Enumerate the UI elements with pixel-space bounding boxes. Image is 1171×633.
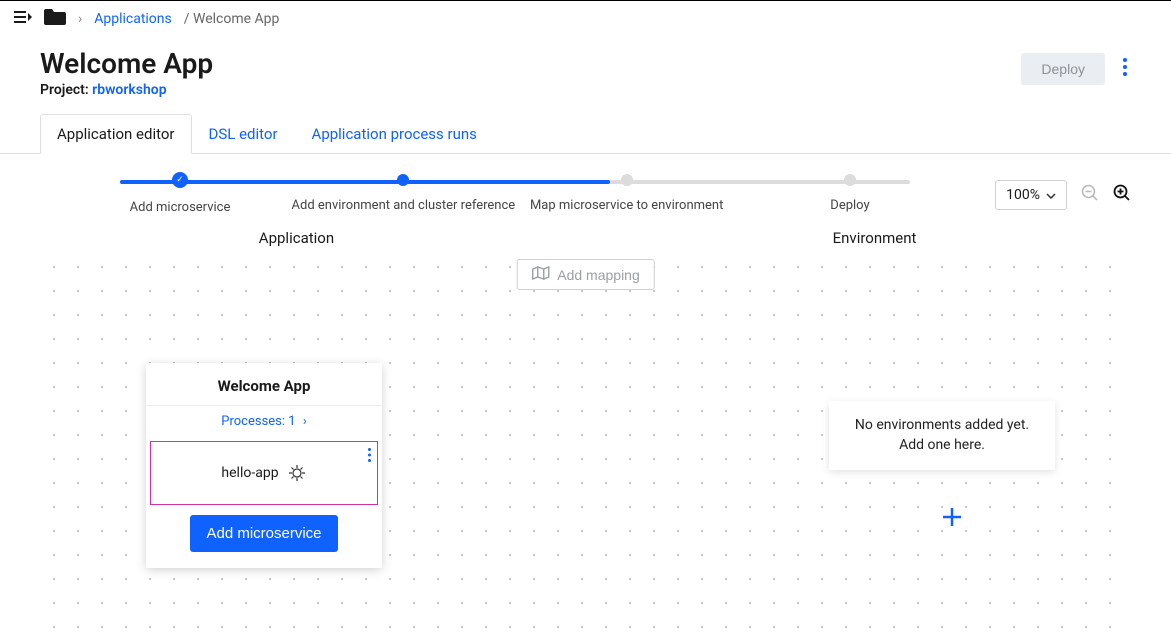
section-environment-label: Environment bbox=[638, 229, 1111, 247]
add-environment-button[interactable] bbox=[941, 501, 963, 536]
map-icon bbox=[531, 266, 549, 283]
environment-empty-card: No environments added yet. Add one here. bbox=[829, 401, 1055, 470]
breadcrumb-current: Welcome App bbox=[193, 11, 279, 27]
progress-stepper: Add microservice Add environment and clu… bbox=[120, 174, 910, 215]
header-more-icon[interactable] bbox=[1119, 54, 1131, 84]
processes-link[interactable]: Processes: 1 › bbox=[221, 414, 306, 429]
tab-process-runs[interactable]: Application process runs bbox=[295, 114, 494, 154]
step-map-microservice: Map microservice to environment bbox=[567, 174, 687, 215]
breadcrumb-separator: › bbox=[78, 11, 82, 27]
project-link[interactable]: rbworkshop bbox=[92, 82, 166, 98]
zoom-out-icon[interactable] bbox=[1081, 184, 1099, 206]
helm-icon bbox=[287, 463, 307, 483]
breadcrumb-applications-link[interactable]: Applications bbox=[94, 11, 172, 27]
add-mapping-button[interactable]: Add mapping bbox=[516, 259, 655, 290]
tab-application-editor[interactable]: Application editor bbox=[40, 114, 192, 154]
microservice-card[interactable]: hello-app bbox=[150, 441, 378, 505]
microservice-name: hello-app bbox=[221, 465, 278, 481]
step-add-environment: Add environment and cluster reference bbox=[343, 174, 463, 215]
deploy-button[interactable]: Deploy bbox=[1021, 53, 1105, 85]
chevron-right-icon: › bbox=[303, 414, 307, 429]
app-card-title: Welcome App bbox=[146, 363, 382, 405]
page-title: Welcome App bbox=[40, 47, 213, 80]
add-microservice-button[interactable]: Add microservice bbox=[190, 515, 337, 552]
breadcrumb-slash: / Welcome App bbox=[184, 11, 280, 27]
step-add-microservice: Add microservice bbox=[120, 174, 240, 215]
microservice-more-icon[interactable] bbox=[368, 448, 371, 466]
zoom-in-icon[interactable] bbox=[1113, 184, 1131, 206]
section-application-label: Application bbox=[60, 229, 533, 247]
application-card: Welcome App Processes: 1 › hello-app Add… bbox=[146, 363, 382, 568]
chevron-down-icon bbox=[1046, 187, 1056, 203]
tab-dsl-editor[interactable]: DSL editor bbox=[192, 114, 295, 154]
project-line: Project: rbworkshop bbox=[40, 82, 213, 98]
editor-canvas[interactable]: Add mapping Welcome App Processes: 1 › h… bbox=[40, 253, 1131, 633]
folder-icon bbox=[44, 9, 66, 29]
zoom-select[interactable]: 100% bbox=[995, 180, 1067, 210]
sidebar-toggle-icon[interactable] bbox=[14, 10, 32, 28]
step-deploy: Deploy bbox=[790, 174, 910, 215]
